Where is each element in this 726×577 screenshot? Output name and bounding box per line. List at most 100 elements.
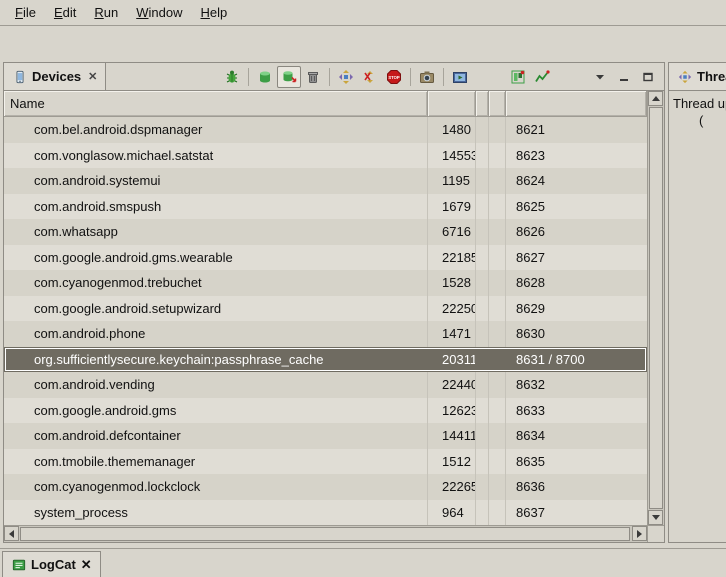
screen-capture-button[interactable] [415,66,439,88]
empty-cell [476,398,489,424]
table-row[interactable]: com.cyanogenmod.lockclock 22265 8636 [4,474,647,500]
empty-cell [476,449,489,475]
tab-logcat-close-icon[interactable]: ✕ [81,557,92,573]
process-pid: 12623 [428,398,476,424]
method-profiling-button[interactable] [358,66,382,88]
empty-cell [489,321,506,347]
toolbar-separator [443,68,444,86]
devices-tabbar: Devices ✕ STOP [4,63,664,91]
table-row[interactable]: org.sufficientlysecure.keychain:passphra… [4,347,647,373]
table-row[interactable]: com.android.defcontainer 14411 8634 [4,423,647,449]
toolbar-separator [248,68,249,86]
scroll-up-button[interactable] [648,91,663,106]
empty-cell [476,219,489,245]
process-name: com.android.smspush [4,194,428,220]
tab-devices[interactable]: Devices ✕ [4,63,106,90]
process-name: system_process [4,500,428,526]
empty-cell [476,321,489,347]
minimize-button[interactable] [612,66,636,88]
update-heap-button[interactable] [253,66,277,88]
process-port: 8624 [506,168,647,194]
table-row[interactable]: system_process 964 8637 [4,500,647,526]
process-name: com.android.phone [4,321,428,347]
table-row[interactable]: com.bel.android.dspmanager 1480 8621 [4,117,647,143]
table-row[interactable]: com.android.smspush 1679 8625 [4,194,647,220]
tab-devices-label: Devices [32,69,81,84]
empty-cell [489,117,506,143]
hierarchy-button[interactable] [506,66,530,88]
vertical-scrollbar[interactable] [647,91,664,525]
trace-button[interactable] [530,66,554,88]
stop-process-button[interactable]: STOP [382,66,406,88]
empty-cell [489,194,506,220]
vertical-scroll-thumb[interactable] [649,107,663,509]
table-row[interactable]: com.android.systemui 1195 8624 [4,168,647,194]
menu-window[interactable]: Window [127,2,191,23]
scroll-right-button[interactable] [632,526,647,541]
empty-cell [476,117,489,143]
empty-cell [476,168,489,194]
menu-file[interactable]: File [6,2,45,23]
devices-view: Devices ✕ STOP Name com.bel.android.dspm… [3,62,665,543]
device-table-body: com.bel.android.dspmanager 1480 8621 com… [4,117,647,525]
process-name: com.bel.android.dspmanager [4,117,428,143]
column-header-3[interactable] [476,91,489,117]
threads-view: Threads Thread up ( [668,62,726,543]
tab-logcat[interactable]: LogCat ✕ [2,551,101,577]
view-menu-icon [594,71,606,83]
minimize-icon [618,71,630,83]
table-row[interactable]: com.tmobile.thememanager 1512 8635 [4,449,647,475]
maximize-icon [642,71,654,83]
screen-record-button[interactable] [448,66,472,88]
column-header-pid[interactable] [428,91,476,117]
process-name: com.android.vending [4,372,428,398]
process-port: 8633 [506,398,647,424]
threads-message-line2: ( [699,113,722,128]
dump-hprof-button[interactable] [277,66,301,88]
empty-cell [489,245,506,271]
table-row[interactable]: com.vonglasow.michael.satstat 14553 8623 [4,143,647,169]
hierarchy-icon [510,69,526,85]
process-port: 8627 [506,245,647,271]
process-port: 8635 [506,449,647,475]
table-row[interactable]: com.android.vending 22440 8632 [4,372,647,398]
maximize-button[interactable] [636,66,660,88]
update-threads-icon [338,69,354,85]
devices-toolbar: STOP [220,63,664,90]
scroll-left-button[interactable] [4,526,19,541]
menu-help[interactable]: Help [191,2,236,23]
menu-run[interactable]: Run [85,2,127,23]
update-threads-button[interactable] [334,66,358,88]
view-menu-button[interactable] [588,66,612,88]
scroll-up-icon [652,96,660,101]
device-table-header: Name [4,91,647,117]
table-row[interactable]: com.whatsapp 6716 8626 [4,219,647,245]
horizontal-scroll-thumb[interactable] [20,527,630,541]
empty-cell [476,347,489,373]
table-row[interactable]: com.google.android.setupwizard 22250 862… [4,296,647,322]
tab-threads[interactable]: Threads [669,63,726,90]
cause-gc-button[interactable] [301,66,325,88]
process-pid: 22185 [428,245,476,271]
column-header-name[interactable]: Name [4,91,428,117]
empty-cell [489,219,506,245]
table-row[interactable]: com.google.android.gms 12623 8633 [4,398,647,424]
column-header-4[interactable] [489,91,506,117]
scroll-right-icon [637,530,642,538]
method-profiling-icon [362,69,378,85]
scroll-down-button[interactable] [648,510,663,525]
horizontal-scrollbar[interactable] [4,525,647,542]
table-row[interactable]: com.google.android.gms.wearable 22185 86… [4,245,647,271]
process-port: 8625 [506,194,647,220]
table-row[interactable]: com.android.phone 1471 8630 [4,321,647,347]
menu-edit[interactable]: Edit [45,2,85,23]
toolbar-separator [410,68,411,86]
process-name: com.android.defcontainer [4,423,428,449]
process-port: 8628 [506,270,647,296]
threads-icon [677,69,692,84]
debug-button[interactable] [220,66,244,88]
process-port: 8626 [506,219,647,245]
column-header-port[interactable] [506,91,647,117]
tab-devices-close-icon[interactable]: ✕ [86,70,97,83]
table-row[interactable]: com.cyanogenmod.trebuchet 1528 8628 [4,270,647,296]
